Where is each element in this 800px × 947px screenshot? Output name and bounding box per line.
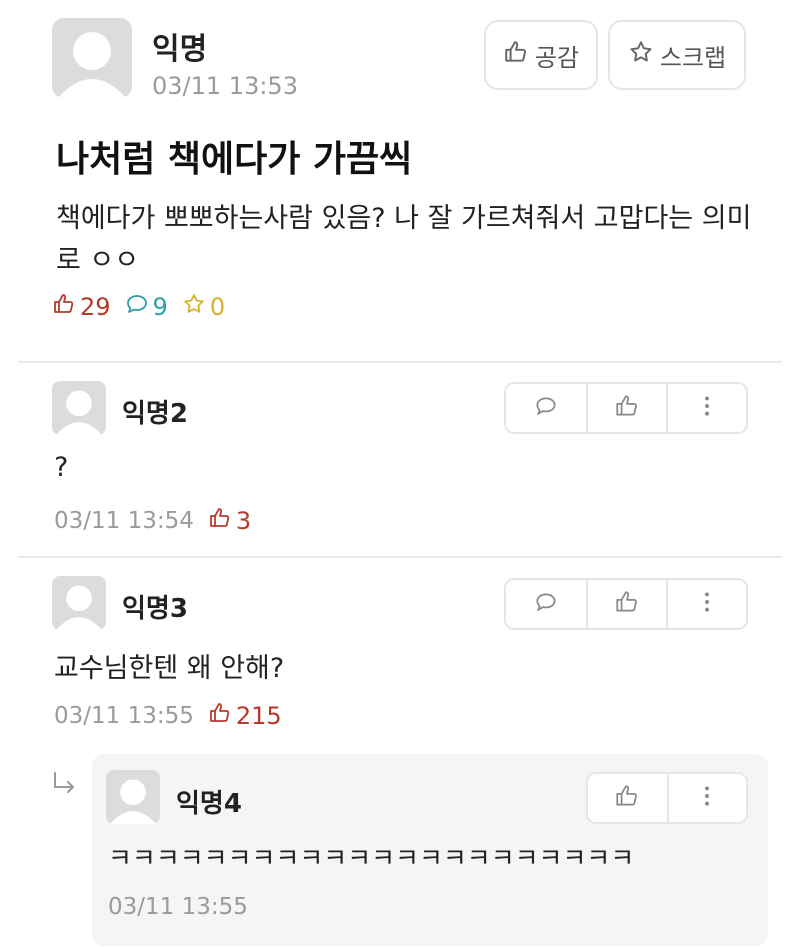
reply-button[interactable]: [506, 384, 586, 432]
scrap-count: 0: [182, 292, 225, 322]
like-button[interactable]: 공감: [484, 20, 598, 90]
reply-author: 익명4: [176, 789, 242, 819]
scrap-button-label: 스크랩: [659, 43, 727, 72]
comment-actions: [504, 382, 748, 434]
reply-button[interactable]: [506, 580, 586, 628]
comment-timestamp: 03/11 13:54: [54, 508, 194, 534]
thumbs-up-icon: [503, 39, 529, 71]
comment-avatar: [52, 381, 106, 435]
like-button-label: 공감: [534, 43, 580, 72]
thumbs-up-icon: [208, 506, 232, 536]
comment-count-value: 9: [152, 293, 168, 321]
comment-like-count-value: 3: [235, 507, 252, 535]
star-icon: [628, 39, 654, 71]
more-vertical-icon: [694, 783, 720, 813]
scrap-button[interactable]: 스크랩: [608, 20, 746, 90]
like-count: 29: [52, 292, 111, 322]
comment-like-button[interactable]: [585, 580, 666, 628]
comment-like-count: 3: [208, 506, 251, 536]
comment-text: ?: [54, 452, 69, 483]
more-options-button[interactable]: [666, 774, 746, 822]
more-options-button[interactable]: [665, 384, 746, 432]
thumbs-up-icon: [614, 783, 640, 813]
thumbs-up-icon: [614, 589, 640, 619]
comment-meta: 03/11 13:55 215: [54, 701, 282, 731]
more-options-button[interactable]: [665, 580, 746, 628]
speech-bubble-icon: [125, 292, 149, 322]
reply-actions: [586, 772, 748, 824]
reply-arrow-icon: [50, 770, 80, 800]
reply-timestamp: 03/11 13:55: [108, 894, 248, 920]
speech-bubble-icon: [533, 393, 559, 423]
comment-author: 익명2: [122, 399, 188, 429]
post-body: 책에다가 뽀뽀하는사람 있음? 나 잘 가르쳐줘서 고맙다는 의미로 ㅇㅇ: [56, 203, 752, 276]
thumbs-up-icon: [52, 292, 76, 322]
scrap-count-value: 0: [209, 293, 226, 321]
comment-count: 9: [125, 292, 168, 322]
post-author: 익명: [152, 32, 208, 67]
comment-like-count-value: 215: [235, 702, 282, 730]
reply-avatar: [106, 770, 160, 824]
comment-meta: 03/11 13:54 3: [54, 506, 251, 536]
comment-avatar: [52, 576, 106, 630]
like-count-value: 29: [80, 293, 111, 321]
comment-actions: [504, 578, 748, 630]
comment-timestamp: 03/11 13:55: [54, 703, 194, 729]
star-icon: [182, 292, 206, 322]
post-stats: 29 9 0: [52, 292, 239, 322]
reply-text: ㅋㅋㅋㅋㅋㅋㅋㅋㅋㅋㅋㅋㅋㅋㅋㅋㅋㅋㅋㅋㅋㅋ: [108, 844, 635, 874]
divider: [18, 361, 782, 363]
comment-like-button[interactable]: [585, 384, 666, 432]
divider: [18, 556, 782, 558]
more-vertical-icon: [694, 589, 720, 619]
reply-like-button[interactable]: [588, 774, 667, 822]
thumbs-up-icon: [208, 701, 232, 731]
reply-meta: 03/11 13:55: [108, 894, 248, 920]
speech-bubble-icon: [533, 589, 559, 619]
more-vertical-icon: [694, 393, 720, 423]
comment-like-count: 215: [208, 701, 282, 731]
post-timestamp: 03/11 13:53: [152, 72, 298, 100]
post-title: 나처럼 책에다가 가끔씩: [56, 139, 413, 180]
post-author-avatar: [52, 18, 132, 98]
comment-author: 익명3: [122, 594, 188, 624]
comment-text: 교수님한텐 왜 안해?: [54, 653, 285, 684]
thumbs-up-icon: [614, 393, 640, 423]
